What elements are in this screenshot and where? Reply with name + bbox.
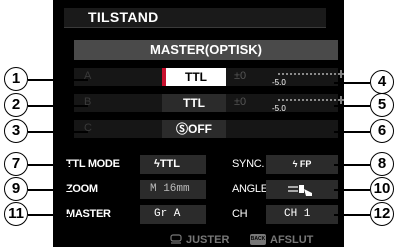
group-c-mode[interactable]: ⓈOFF	[162, 120, 226, 138]
page-title: TILSTAND	[88, 9, 159, 25]
group-b-mode[interactable]: TTL	[162, 94, 226, 112]
callout-11: 11	[4, 202, 28, 226]
master-value[interactable]: Gr A	[140, 205, 206, 224]
callout-10: 10	[370, 177, 394, 201]
callout-leader	[334, 82, 370, 84]
zoom-value[interactable]: M 16mm	[140, 180, 206, 199]
callout-9: 9	[4, 177, 28, 201]
bottom-hint-bar: JUSTER BACK AFSLUT	[170, 233, 344, 247]
dial-icon	[170, 234, 182, 244]
master-header: MASTER(OPTISK)	[74, 40, 338, 60]
angle-value[interactable]	[266, 180, 338, 199]
master-label: MASTER	[66, 208, 111, 220]
callout-leader	[28, 79, 88, 81]
callout-leader	[334, 214, 370, 216]
callout-7: 7	[4, 152, 28, 176]
callout-5: 5	[370, 93, 394, 117]
callout-8: 8	[370, 152, 394, 176]
callout-leader	[334, 164, 370, 166]
group-a-compensation: ±0	[234, 70, 247, 82]
adjust-label: JUSTER	[186, 234, 230, 246]
callout-leader	[334, 131, 370, 133]
scale-min-label: -5.0	[272, 78, 286, 86]
sync-value[interactable]: ϟ FP	[266, 155, 338, 174]
callout-12: 12	[370, 202, 394, 226]
callout-leader	[28, 214, 70, 216]
callout-leader	[334, 189, 370, 191]
callout-1: 1	[4, 67, 28, 91]
master-header-label: MASTER(OPTISK)	[150, 42, 262, 57]
group-row-b[interactable]: B TTL ±0 -5.0 +5.0	[74, 94, 398, 112]
zoom-label: ZOOM	[66, 183, 98, 195]
ttl-mode-value[interactable]: ϟTTL	[140, 155, 206, 174]
group-b-compensation: ±0	[234, 96, 247, 108]
ch-value[interactable]: CH 1	[266, 205, 338, 224]
group-row-c[interactable]: C ⓈOFF	[74, 120, 338, 138]
callout-3: 3	[4, 119, 28, 143]
group-a-mode[interactable]: TTL	[162, 68, 226, 86]
callout-leader	[28, 131, 88, 133]
callout-leader	[28, 164, 70, 166]
exit-label: AFSLUT	[270, 234, 314, 246]
callout-2: 2	[4, 93, 28, 117]
back-key-icon: BACK	[250, 234, 266, 245]
callout-leader	[28, 189, 70, 191]
callout-4: 4	[370, 70, 394, 94]
callout-leader	[334, 105, 370, 107]
callout-6: 6	[370, 119, 394, 143]
flash-angle-icon	[288, 185, 312, 196]
scale-min-label: -5.0	[272, 104, 286, 112]
callout-leader	[28, 105, 88, 107]
group-row-a[interactable]: A TTL ±0 -5.0 +5.0	[74, 68, 398, 86]
ttl-mode-label: TTL MODE	[66, 158, 120, 170]
title-bar: TILSTAND	[64, 8, 326, 28]
